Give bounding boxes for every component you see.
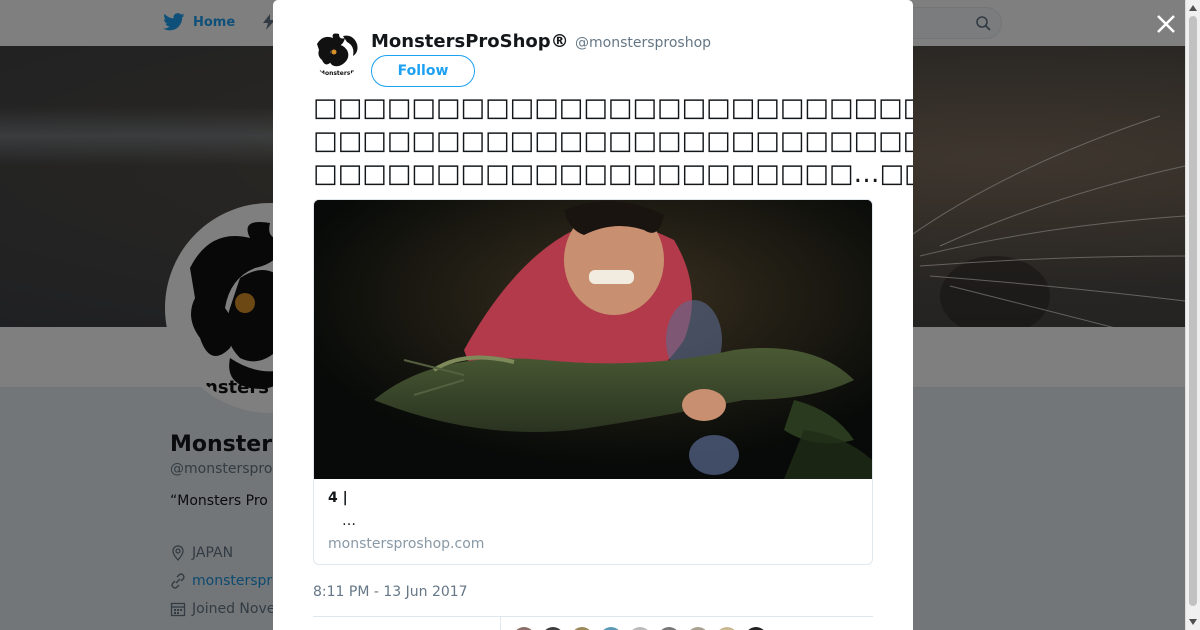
scroll-down-arrow[interactable]: [1189, 619, 1197, 625]
tweet-author-handle[interactable]: @monstersproshop: [575, 35, 711, 51]
tweet-author-avatar[interactable]: MonstersProSh: [313, 30, 361, 78]
link-preview-image[interactable]: [314, 200, 872, 479]
tweet-modal: MonstersProSh MonstersProShop® @monsters…: [273, 0, 913, 630]
link-preview-title: 4 |: [328, 490, 348, 506]
close-icon[interactable]: [1154, 12, 1178, 36]
tweet-text: □□□□□□□□□□□□□□□□□□□□□□□□□□(□)□ □□□□□□□□□…: [313, 92, 913, 191]
tweet-text-line: □□□□□□□□□□□□□□□□□□□□□□□□□□(□)□: [313, 93, 913, 123]
tweet-text-line[interactable]: □□□□□□□□□□□□□□□□□□□□□□…□□: [313, 158, 913, 191]
catfish-photo: [314, 200, 872, 479]
svg-text:MonstersProSh: MonstersProSh: [319, 70, 361, 77]
link-preview-description: …: [342, 513, 356, 529]
scroll-up-arrow[interactable]: [1189, 5, 1197, 11]
follow-button[interactable]: Follow: [371, 55, 475, 87]
tweet-text-line: □□□□□□□□□□□□□□□□□□□□□□□□□□□□□□□□□□□□□□□□…: [313, 126, 913, 156]
monster-logo-icon: MonstersProSh: [313, 30, 361, 78]
stats-divider: [500, 617, 501, 630]
link-preview-domain: monstersproshop.com: [328, 536, 485, 552]
link-preview-card[interactable]: 4 | … monstersproshop.com: [313, 199, 873, 565]
page-scrollbar[interactable]: [1185, 0, 1200, 630]
scroll-thumb[interactable]: [1189, 16, 1197, 606]
tweet-author-name[interactable]: MonstersProShop®: [371, 31, 569, 52]
tweet-timestamp[interactable]: 8:11 PM - 13 Jun 2017: [313, 584, 468, 600]
tweet-stats-bar: [313, 616, 873, 630]
